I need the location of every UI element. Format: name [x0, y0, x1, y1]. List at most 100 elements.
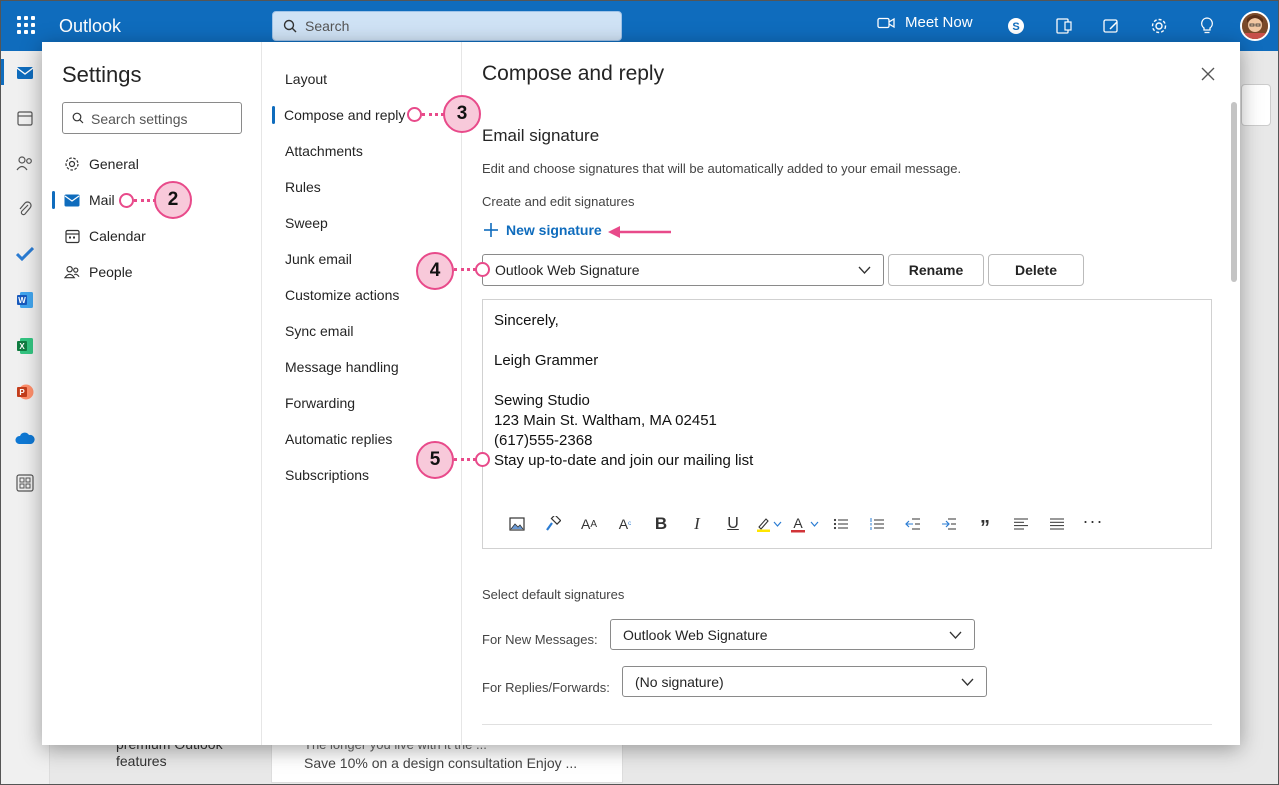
rename-button[interactable]: Rename: [888, 254, 984, 286]
callout-marker: [119, 193, 134, 208]
new-signature-button[interactable]: New signature: [484, 222, 602, 238]
my-day-icon[interactable]: [1099, 14, 1123, 38]
create-signatures-label: Create and edit signatures: [482, 194, 635, 209]
format-painter-icon[interactable]: [535, 512, 571, 536]
word-app-icon[interactable]: W: [13, 288, 37, 312]
excel-app-icon[interactable]: X: [13, 334, 37, 358]
calendar-app-icon[interactable]: [13, 106, 37, 130]
text-effects-icon[interactable]: Aᶜ: [607, 512, 643, 536]
lightbulb-icon[interactable]: [1195, 14, 1219, 38]
settings-gear-icon[interactable]: [1147, 14, 1171, 38]
section-layout[interactable]: Layout: [262, 62, 462, 96]
highlight-icon[interactable]: [751, 512, 787, 536]
category-label: General: [89, 156, 139, 172]
app-title[interactable]: Outlook: [59, 16, 121, 37]
font-color-icon[interactable]: A: [787, 512, 823, 536]
svg-text:A: A: [793, 516, 803, 531]
background-dropdown: [1241, 84, 1271, 126]
meet-now-label: Meet Now: [905, 14, 973, 31]
section-description: Edit and choose signatures that will be …: [482, 161, 962, 176]
onenote-icon[interactable]: [1052, 14, 1076, 38]
for-new-messages-dropdown[interactable]: Outlook Web Signature: [610, 619, 975, 650]
signature-line: Stay up-to-date and join our mailing lis…: [494, 452, 754, 469]
category-general[interactable]: General: [52, 147, 252, 181]
callout-marker: [475, 262, 490, 277]
formatting-toolbar: AA Aᶜ B I U A ” ···: [499, 511, 1111, 539]
underline-icon[interactable]: U: [715, 512, 751, 536]
insert-picture-icon[interactable]: [499, 512, 535, 536]
callout-3: 3: [443, 95, 481, 133]
callout-marker: [475, 452, 490, 467]
callout-4: 4: [416, 252, 454, 290]
section-sweep[interactable]: Sweep: [262, 206, 462, 240]
category-label: Mail: [89, 192, 115, 208]
more-apps-icon[interactable]: [13, 471, 37, 495]
section-rules[interactable]: Rules: [262, 170, 462, 204]
for-new-messages-label: For New Messages:: [482, 632, 598, 647]
chevron-down-icon: [858, 266, 871, 274]
category-calendar[interactable]: Calendar: [52, 219, 252, 253]
font-size-icon[interactable]: AA: [571, 512, 607, 536]
delete-button[interactable]: Delete: [988, 254, 1084, 286]
signature-line: Leigh Grammer: [494, 352, 599, 369]
callout-connector: [454, 458, 476, 461]
signature-line: (617)555-2368: [494, 432, 593, 449]
close-icon: [1201, 67, 1215, 81]
calendar-icon: [64, 228, 80, 244]
app-launcher-icon[interactable]: [17, 16, 35, 34]
mail-app-icon[interactable]: [13, 61, 37, 85]
promo-line-2: features: [116, 753, 167, 769]
outlook-window: Outlook Search Meet Now S W X P premium …: [0, 0, 1279, 785]
attachment-app-icon[interactable]: [13, 197, 37, 221]
section-message-handling[interactable]: Message handling: [262, 350, 462, 384]
settings-search-input[interactable]: Search settings: [62, 102, 242, 134]
callout-marker: [407, 107, 422, 122]
compose-reply-pane: Compose and reply Email signature Edit a…: [462, 42, 1240, 745]
svg-text:X: X: [19, 342, 25, 351]
settings-dialog: Settings Search settings General Mail Ca…: [42, 42, 1240, 745]
svg-text:P: P: [19, 388, 25, 397]
search-box[interactable]: Search: [272, 11, 622, 41]
numbering-icon[interactable]: [859, 512, 895, 536]
search-icon: [72, 112, 84, 124]
signature-select-value: Outlook Web Signature: [495, 262, 640, 278]
avatar[interactable]: [1240, 11, 1270, 41]
quote-icon[interactable]: ”: [967, 512, 1003, 539]
onedrive-app-icon[interactable]: [13, 426, 37, 450]
callout-connector: [134, 199, 156, 202]
settings-title: Settings: [62, 62, 142, 87]
category-people[interactable]: People: [52, 255, 252, 289]
people-app-icon[interactable]: [13, 151, 37, 175]
bold-icon[interactable]: B: [643, 512, 679, 536]
meet-now-button[interactable]: Meet Now: [877, 14, 973, 31]
powerpoint-app-icon[interactable]: P: [13, 380, 37, 404]
more-options-icon[interactable]: ···: [1075, 511, 1111, 536]
signature-editor[interactable]: Sincerely, Leigh Grammer Sewing Studio 1…: [482, 299, 1212, 549]
for-replies-forwards-label: For Replies/Forwards:: [482, 680, 610, 695]
for-replies-forwards-dropdown[interactable]: (No signature): [622, 666, 987, 697]
close-button[interactable]: [1198, 64, 1218, 84]
increase-indent-icon[interactable]: [931, 512, 967, 536]
section-attachments[interactable]: Attachments: [262, 134, 462, 168]
signature-select-dropdown[interactable]: Outlook Web Signature: [482, 254, 884, 286]
search-placeholder: Search: [305, 18, 350, 34]
scrollbar[interactable]: [1231, 102, 1237, 282]
annotation-arrow-icon: [608, 226, 671, 238]
align-justify-icon[interactable]: [1039, 512, 1075, 536]
callout-connector: [454, 268, 476, 271]
align-left-icon[interactable]: [1003, 512, 1039, 536]
todo-app-icon[interactable]: [13, 242, 37, 266]
section-forwarding[interactable]: Forwarding: [262, 386, 462, 420]
decrease-indent-icon[interactable]: [895, 512, 931, 536]
page-title: Compose and reply: [482, 62, 665, 85]
chevron-down-icon: [949, 631, 962, 639]
settings-categories-pane: Settings Search settings General Mail Ca…: [42, 42, 262, 745]
skype-icon[interactable]: S: [1004, 14, 1028, 38]
for-new-messages-value: Outlook Web Signature: [623, 627, 768, 643]
bullets-icon[interactable]: [823, 512, 859, 536]
default-signatures-label: Select default signatures: [482, 587, 625, 602]
signature-line: 123 Main St. Waltham, MA 02451: [494, 412, 717, 429]
italic-icon[interactable]: I: [679, 512, 715, 536]
category-label: People: [89, 264, 133, 280]
section-sync-email[interactable]: Sync email: [262, 314, 462, 348]
